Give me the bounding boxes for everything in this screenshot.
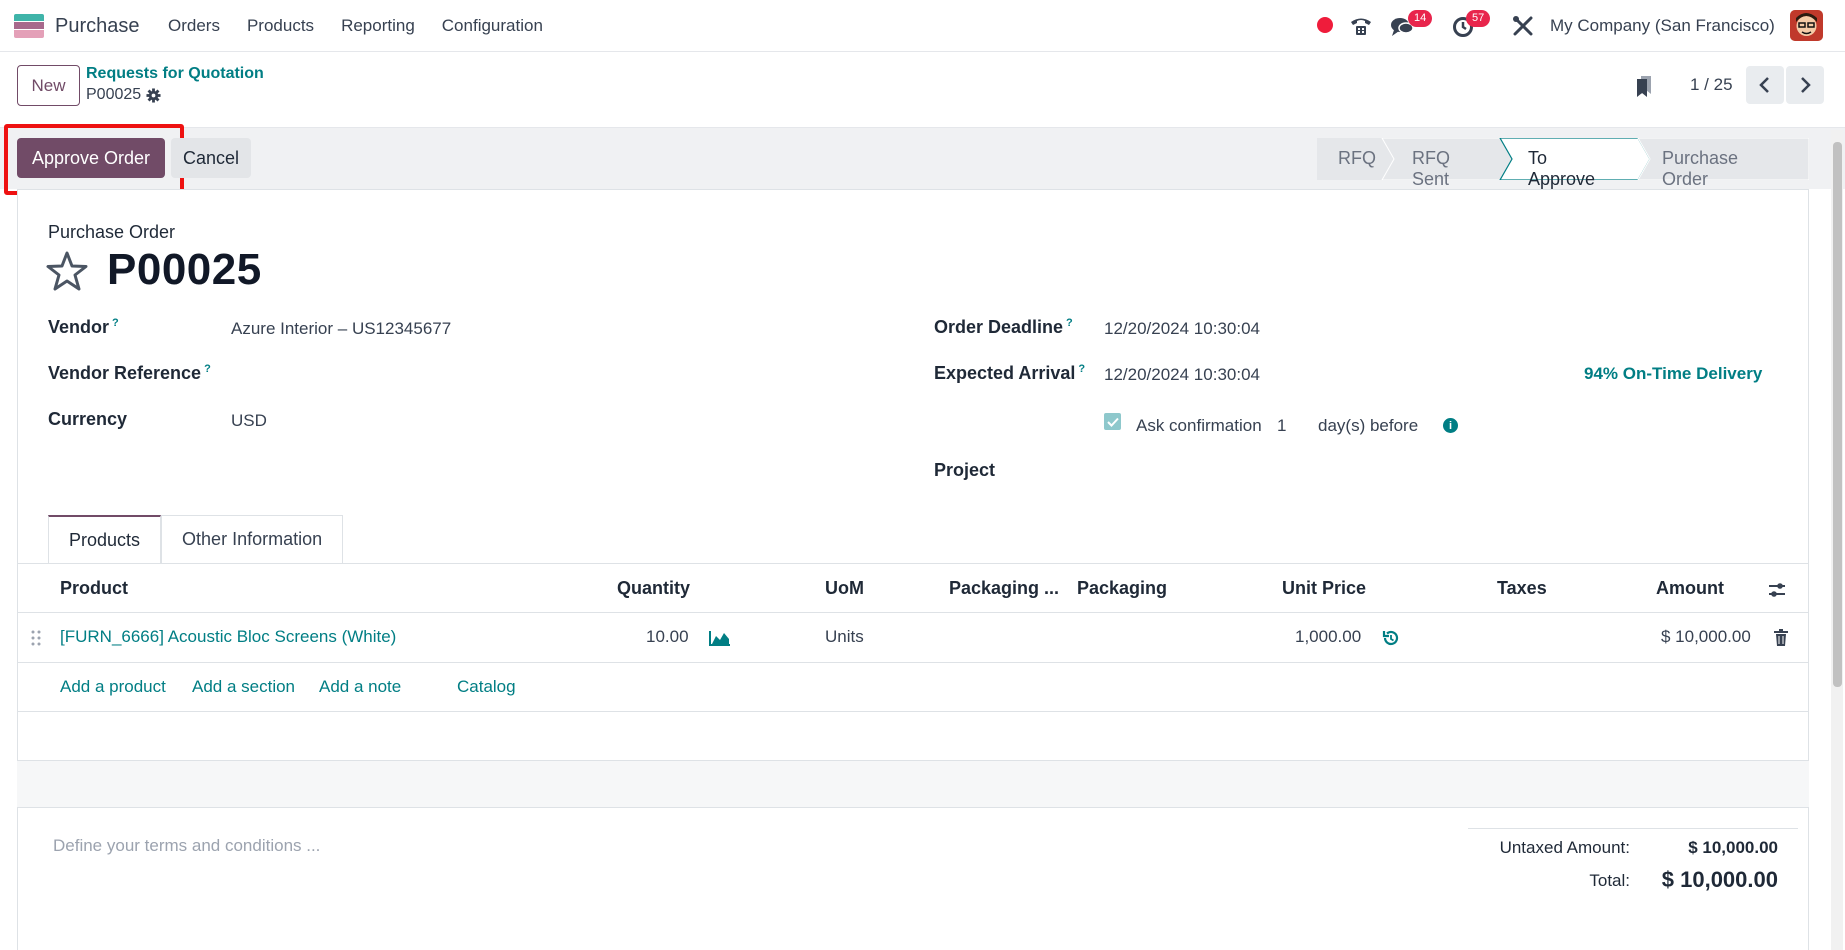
table-row[interactable]: [FURN_6666] Acoustic Bloc Screens (White… <box>17 613 1809 663</box>
help-icon[interactable]: ? <box>204 363 211 375</box>
chevron-right-icon <box>1801 77 1811 93</box>
terms-and-conditions-field[interactable]: Define your terms and conditions ... <box>53 836 320 856</box>
col-taxes[interactable]: Taxes <box>1497 578 1547 599</box>
empty-row <box>17 761 1809 808</box>
line-unit-price[interactable]: 1,000.00 <box>1295 627 1361 647</box>
activities-badge: 57 <box>1466 10 1491 27</box>
order-deadline-field[interactable]: 12/20/2024 10:30:04 <box>1104 319 1260 339</box>
notebook-tabs: Products Other Information <box>48 515 344 563</box>
drag-handle-icon[interactable] <box>31 630 41 646</box>
expected-arrival-label: Expected Arrival? <box>934 363 1086 383</box>
user-avatar[interactable] <box>1790 10 1823 41</box>
vendor-label: Vendor? <box>48 317 119 337</box>
days-before-label: day(s) before <box>1318 416 1419 435</box>
add-section-link[interactable]: Add a section <box>192 677 295 697</box>
stage-rfq-sent[interactable]: RFQ Sent <box>1412 148 1450 190</box>
col-unit-price[interactable]: Unit Price <box>1282 578 1366 599</box>
add-note-link[interactable]: Add a note <box>319 677 401 697</box>
bookmarks-icon[interactable] <box>1636 74 1652 98</box>
recording-indicator-icon[interactable] <box>1317 17 1333 33</box>
add-line-row: Add a product Add a section Add a note C… <box>17 663 1809 712</box>
expected-arrival-field[interactable]: 12/20/2024 10:30:04 <box>1104 365 1260 385</box>
col-quantity[interactable]: Quantity <box>617 578 690 599</box>
main-menu: Orders Products Reporting Configuration <box>168 16 570 36</box>
star-icon[interactable] <box>46 250 88 292</box>
line-uom[interactable]: Units <box>825 627 864 647</box>
pager-value[interactable]: 1 / 25 <box>1690 75 1733 95</box>
project-label: Project <box>934 460 996 480</box>
breadcrumb-current: P00025 <box>86 86 161 104</box>
help-icon[interactable]: ? <box>1078 363 1085 375</box>
company-switcher[interactable]: My Company (San Francisco) <box>1550 16 1775 36</box>
currency-field[interactable]: USD <box>231 411 267 431</box>
document-type-label: Purchase Order <box>48 222 176 242</box>
ask-confirmation-label: Ask confirmation <box>1136 416 1262 435</box>
pager-previous-button[interactable] <box>1746 66 1784 104</box>
ask-confirmation-checkbox[interactable] <box>1104 413 1121 430</box>
vendor-field[interactable]: Azure Interior – US12345677 <box>231 319 451 339</box>
line-quantity[interactable]: 10.00 <box>646 627 689 647</box>
col-uom[interactable]: UoM <box>825 578 864 599</box>
help-icon[interactable]: ? <box>112 317 119 329</box>
tab-other-information[interactable]: Other Information <box>161 515 344 563</box>
order-deadline-label: Order Deadline? <box>934 317 1073 337</box>
stage-rfq[interactable]: RFQ <box>1338 148 1376 169</box>
price-history-icon[interactable] <box>1382 629 1400 647</box>
debug-tools-icon[interactable] <box>1512 15 1534 37</box>
col-packaging[interactable]: Packaging <box>1077 578 1167 599</box>
pager-next-button[interactable] <box>1786 66 1824 104</box>
stage-to-approve[interactable]: To Approve <box>1528 148 1595 190</box>
currency-label: Currency <box>48 409 128 429</box>
breadcrumb-current-label: P00025 <box>86 86 142 103</box>
col-packaging-qty[interactable]: Packaging ... <box>949 578 1059 599</box>
add-product-link[interactable]: Add a product <box>60 677 166 697</box>
menu-orders[interactable]: Orders <box>168 16 220 36</box>
catalog-link[interactable]: Catalog <box>457 677 516 697</box>
menu-configuration[interactable]: Configuration <box>442 16 543 36</box>
total-label: Total: <box>1589 871 1630 890</box>
messages-badge: 14 <box>1408 10 1433 27</box>
phone-icon[interactable] <box>1349 14 1373 38</box>
gear-icon[interactable] <box>146 87 161 103</box>
stage-purchase-order[interactable]: Purchase Order <box>1662 148 1738 190</box>
app-name[interactable]: Purchase <box>55 15 140 38</box>
top-navbar: Purchase Orders Products Reporting Confi… <box>0 0 1845 52</box>
info-icon[interactable]: i <box>1443 418 1458 433</box>
delete-line-icon[interactable] <box>1774 629 1788 646</box>
forecast-chart-icon[interactable] <box>709 630 731 646</box>
purchase-order-name[interactable]: P00025 <box>107 245 262 295</box>
optional-columns-icon[interactable] <box>1768 582 1786 598</box>
order-lines-header: Product Quantity UoM Packaging ... Packa… <box>17 564 1809 613</box>
checkmark-icon <box>1106 417 1119 427</box>
chevron-left-icon <box>1759 77 1769 93</box>
col-product[interactable]: Product <box>60 578 128 599</box>
breadcrumb-rfq-link[interactable]: Requests for Quotation <box>86 65 264 83</box>
scrollbar-thumb[interactable] <box>1833 142 1842 687</box>
menu-products[interactable]: Products <box>247 16 314 36</box>
total-value: $ 10,000.00 <box>1661 867 1778 892</box>
on-time-delivery-link[interactable]: 94% On-Time Delivery <box>1584 364 1762 384</box>
untaxed-amount-label: Untaxed Amount: <box>1499 838 1630 857</box>
new-button[interactable]: New <box>17 65 80 106</box>
line-product[interactable]: [FURN_6666] Acoustic Bloc Screens (White… <box>60 627 396 647</box>
line-amount: $ 10,000.00 <box>1661 627 1751 646</box>
tab-products[interactable]: Products <box>48 515 162 563</box>
help-icon[interactable]: ? <box>1066 317 1073 329</box>
col-amount[interactable]: Amount <box>1656 578 1724 599</box>
purchase-app-icon[interactable] <box>14 14 44 38</box>
confirmation-days-field[interactable]: 1 <box>1277 416 1286 436</box>
cancel-button[interactable]: Cancel <box>171 138 251 178</box>
untaxed-amount-value: $ 10,000.00 <box>1688 838 1778 857</box>
vendor-reference-label: Vendor Reference? <box>48 363 211 383</box>
highlight-box <box>4 124 184 195</box>
empty-row <box>17 712 1809 761</box>
menu-reporting[interactable]: Reporting <box>341 16 415 36</box>
